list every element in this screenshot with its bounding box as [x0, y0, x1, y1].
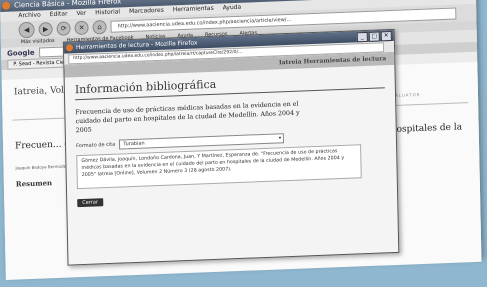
menu-ver[interactable]: Ver	[76, 9, 86, 19]
close-button[interactable]: Cerrar	[77, 198, 104, 208]
chevron-down-icon: ▾	[278, 135, 282, 142]
menu-editar[interactable]: Editar	[50, 9, 68, 20]
citation-text-box[interactable]: Gómez Dávila, Joaquín, Londoño Cardona, …	[76, 144, 362, 190]
reload-icon[interactable]: ⟳	[56, 20, 71, 36]
home-icon[interactable]: ⌂	[92, 19, 107, 34]
abstract-heading: Resumen	[15, 178, 53, 189]
google-logo: Google	[7, 48, 35, 58]
citation-article-title: Frecuencia de uso de prácticas médicas b…	[75, 100, 300, 135]
menu-marcadores[interactable]: Marcadores	[129, 6, 164, 17]
maximize-icon[interactable]: □	[368, 31, 380, 42]
menu-archivo[interactable]: Archivo	[18, 10, 41, 21]
back-icon[interactable]: ◀	[18, 21, 35, 38]
citation-format-value: Turabian	[123, 140, 145, 148]
firefox-icon	[65, 44, 74, 52]
article-author[interactable]: Joaquín Bedoya Bermúdez	[15, 164, 68, 171]
reading-tools-popup: Herramientas de lectura - Mozilla Firefo…	[62, 28, 400, 266]
popup-content: Información bibliográfica Frecuencia de …	[65, 65, 398, 215]
forward-icon[interactable]: ▶	[38, 21, 53, 37]
close-icon[interactable]: ✕	[380, 30, 392, 42]
stop-icon[interactable]: ✕	[74, 20, 89, 35]
browser-window: Ciencia Básica - Mozilla Firefox Archivo…	[0, 0, 482, 280]
minimize-icon[interactable]: _	[356, 31, 368, 43]
format-label: Formato de cita	[76, 141, 116, 150]
article-title-right: hospitales de la	[390, 122, 463, 136]
menu-ayuda[interactable]: Ayuda	[223, 3, 242, 14]
bookmark-item[interactable]: Más visitados	[21, 37, 55, 47]
menu-historial[interactable]: Historial	[95, 7, 120, 18]
firefox-icon	[2, 1, 11, 10]
menu-herramientas[interactable]: Herramientas	[173, 4, 214, 16]
citation-format-select[interactable]: Turabian ▾	[119, 133, 285, 150]
